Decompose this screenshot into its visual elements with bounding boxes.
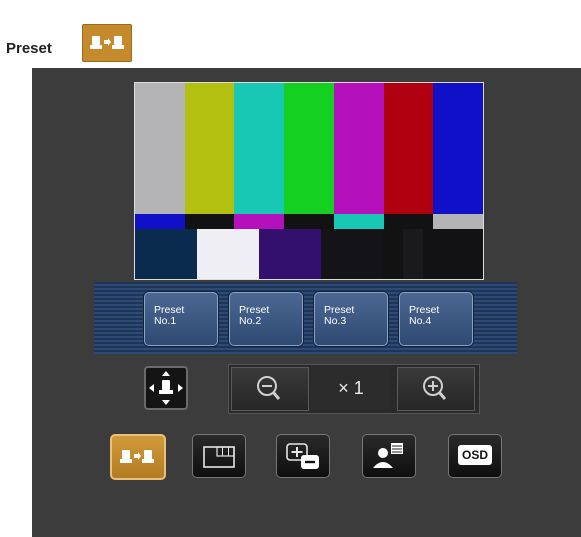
preset-icon	[120, 450, 154, 463]
zoom-control: × 1	[228, 364, 480, 414]
color-bars-top	[135, 83, 484, 214]
color-bar	[184, 83, 235, 214]
multi-screen-icon	[203, 446, 235, 468]
camera-preview	[134, 82, 484, 280]
preset-button-1[interactable]: Preset No.1	[144, 292, 218, 346]
color-bar	[333, 214, 384, 229]
user-settings-button[interactable]	[362, 434, 416, 478]
zoom-out-icon	[257, 376, 281, 400]
pan-tilt-icon	[149, 371, 183, 405]
color-bar	[284, 214, 334, 229]
preset-mode-button[interactable]	[110, 434, 166, 480]
multi-screen-button[interactable]	[192, 434, 246, 478]
zoom-level: × 1	[311, 367, 391, 409]
color-bar	[135, 229, 197, 279]
preset-number: No.4	[409, 315, 432, 327]
plus-minus-icon	[286, 443, 319, 469]
preset-strip: Preset No.1 Preset No.2 Preset No.3 Pres…	[94, 282, 517, 354]
color-bar	[333, 83, 384, 214]
color-bar	[234, 214, 285, 229]
color-bar	[433, 214, 484, 229]
color-bar	[433, 83, 484, 214]
preset-button-2[interactable]: Preset No.2	[229, 292, 303, 346]
color-bar	[321, 229, 383, 279]
color-bar	[259, 229, 321, 279]
color-bar	[284, 83, 334, 214]
color-bars-middle	[135, 214, 484, 229]
preset-button-3[interactable]: Preset No.3	[314, 292, 388, 346]
preset-number: No.3	[324, 315, 347, 327]
color-bar	[135, 83, 185, 214]
color-bars-bottom	[135, 229, 483, 279]
color-bar	[197, 229, 259, 279]
zoom-in-button[interactable]	[397, 367, 475, 411]
pan-tilt-button[interactable]	[144, 366, 188, 410]
brightness-button[interactable]	[276, 434, 330, 478]
preset-button-4[interactable]: Preset No.4	[399, 292, 473, 346]
color-bar	[423, 229, 483, 279]
color-bar	[135, 214, 185, 229]
osd-button[interactable]: OSD	[448, 434, 502, 478]
camera-control-panel: Preset No.1 Preset No.2 Preset No.3 Pres…	[32, 68, 581, 537]
color-bar	[383, 214, 434, 229]
color-bar	[383, 229, 403, 279]
zoom-out-button[interactable]	[231, 367, 309, 411]
osd-label: OSD	[458, 445, 492, 465]
user-list-icon	[373, 443, 403, 468]
preset-number: No.1	[154, 315, 177, 327]
color-bar	[403, 229, 423, 279]
preset-number: No.2	[239, 315, 262, 327]
preset-icon	[82, 24, 132, 62]
color-bar	[184, 214, 235, 229]
zoom-in-icon	[423, 376, 447, 400]
color-bar	[383, 83, 434, 214]
color-bar	[234, 83, 285, 214]
page-title: Preset	[6, 40, 52, 57]
